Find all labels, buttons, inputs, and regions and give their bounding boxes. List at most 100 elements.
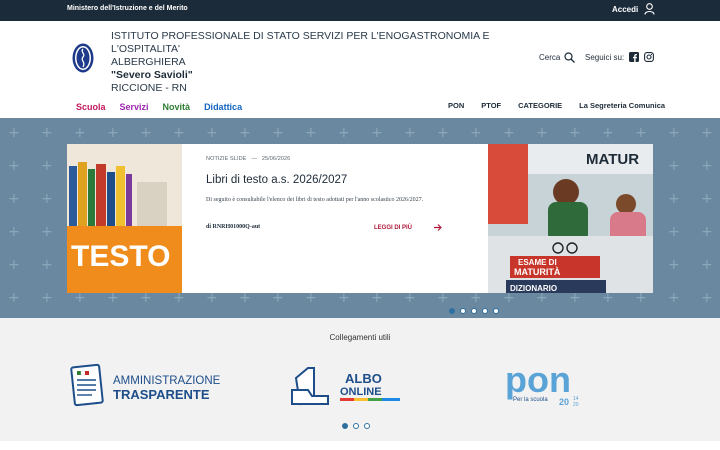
plus-pattern-mark: +	[404, 290, 416, 306]
school-title[interactable]: ISTITUTO PROFESSIONALE DI STATO SERVIZI …	[111, 30, 531, 95]
nav-item-novita[interactable]: Novità	[163, 102, 191, 112]
plus-pattern-mark: +	[536, 125, 548, 141]
pon-years-text: 20	[559, 397, 569, 407]
read-more-label: LEGGI DI PIÙ	[374, 224, 413, 231]
plus-pattern-mark: +	[206, 125, 218, 141]
carousel-dot-1[interactable]	[449, 308, 455, 314]
amministrazione-trasparente-link[interactable]: AMMINISTRAZIONE TRASPARENTE	[70, 362, 230, 410]
exam-book-line3: DIZIONARIO	[510, 284, 557, 293]
search-label: Cerca	[539, 53, 561, 62]
links-dot-1[interactable]	[342, 423, 348, 429]
nav-item-servizi[interactable]: Servizi	[120, 102, 149, 112]
site-header: ISTITUTO PROFESSIONALE DI STATO SERVIZI …	[0, 21, 720, 118]
carousel-dots	[449, 308, 499, 314]
school-title-line2: ALBERGHIERA	[111, 56, 186, 68]
links-dot-3[interactable]	[364, 423, 370, 429]
arrow-right-icon	[434, 224, 442, 231]
news-slide: TESTO NOTIZIE SLIDE — 25/06/2026 Libri d…	[67, 144, 653, 314]
plus-pattern-mark: +	[107, 125, 119, 141]
plus-pattern-mark: +	[437, 290, 449, 306]
pon-link[interactable]: pon Per la scuola 20 14 20	[503, 360, 589, 410]
exam-book-line2: MATURITÀ	[514, 267, 561, 277]
school-place: RICCIONE - RN	[111, 82, 187, 94]
plus-pattern-mark: +	[41, 191, 53, 207]
slide-date: 25/06/2026	[261, 156, 291, 162]
plus-pattern-mark: +	[74, 125, 86, 141]
plus-pattern-mark: +	[701, 125, 713, 141]
slide-title[interactable]: Libri di testo a.s. 2026/2027	[206, 174, 466, 186]
hero-carousel: + + + + + + + + + + + + + + + + + + + + + + + + + + + + + + + + + + + + + + + +…	[0, 118, 720, 318]
plus-pattern-mark: +	[8, 257, 20, 273]
ministry-top-bar: Ministero dell'Istruzione e del Merito A…	[0, 0, 720, 21]
plus-pattern-mark: +	[635, 290, 647, 306]
links-dot-2[interactable]	[353, 423, 359, 429]
slide-meta: NOTIZIE SLIDE — 25/06/2026	[206, 156, 466, 162]
plus-pattern-mark: +	[239, 125, 251, 141]
slide-description: Di seguito è consultabile l'elenco dei l…	[206, 197, 424, 203]
nav-item-ptof[interactable]: PTOF	[481, 101, 501, 110]
plus-pattern-mark: +	[668, 191, 680, 207]
nav-item-didattica[interactable]: Didattica	[204, 102, 242, 112]
nav-item-pon[interactable]: PON	[448, 101, 464, 110]
plus-pattern-mark: +	[668, 257, 680, 273]
exam-image: MATUR ESAME DI MATURITÀ DIZIONARIO	[488, 144, 653, 293]
plus-pattern-mark: +	[635, 125, 647, 141]
plus-pattern-mark: +	[668, 224, 680, 240]
follow-label: Seguici su:	[585, 52, 625, 62]
carousel-dot-2[interactable]	[460, 308, 466, 314]
plus-pattern-mark: +	[701, 158, 713, 174]
search-button[interactable]: Cerca	[539, 52, 576, 63]
user-icon	[644, 3, 655, 15]
plus-pattern-mark: +	[41, 158, 53, 174]
books-image: TESTO	[67, 144, 182, 293]
plus-pattern-mark: +	[701, 257, 713, 273]
nav-item-categorie[interactable]: CATEGORIE	[518, 101, 562, 110]
plus-pattern-mark: +	[305, 125, 317, 141]
read-more-link[interactable]: LEGGI DI PIÙ	[374, 224, 442, 231]
slide-content: NOTIZIE SLIDE — 25/06/2026 Libri di test…	[206, 156, 466, 205]
instagram-icon[interactable]	[644, 52, 655, 62]
plus-pattern-mark: +	[206, 290, 218, 306]
amm-trasparente-line2: TRASPARENTE	[113, 387, 210, 402]
plus-pattern-mark: +	[8, 158, 20, 174]
plus-pattern-mark: +	[8, 125, 20, 141]
plus-pattern-mark: +	[8, 191, 20, 207]
plus-pattern-mark: +	[272, 290, 284, 306]
plus-pattern-mark: +	[41, 224, 53, 240]
school-title-line1: ISTITUTO PROFESSIONALE DI STATO SERVIZI …	[111, 30, 490, 55]
school-logo[interactable]	[72, 43, 94, 73]
albo-line1: ALBO	[345, 371, 382, 386]
carousel-dot-4[interactable]	[482, 308, 488, 314]
login-button[interactable]: Accedi	[612, 3, 655, 15]
plus-pattern-mark: +	[41, 257, 53, 273]
plus-pattern-mark: +	[107, 290, 119, 306]
plus-pattern-mark: +	[668, 158, 680, 174]
plus-pattern-mark: +	[470, 125, 482, 141]
plus-pattern-mark: +	[602, 125, 614, 141]
plus-pattern-mark: +	[437, 125, 449, 141]
slide-category[interactable]: NOTIZIE SLIDE	[206, 156, 246, 162]
plus-pattern-mark: +	[338, 290, 350, 306]
main-navigation: Scuola Servizi Novità Didattica	[76, 102, 256, 112]
carousel-dot-3[interactable]	[471, 308, 477, 314]
carousel-dot-5[interactable]	[493, 308, 499, 314]
albo-online-link[interactable]: ALBO ONLINE	[290, 364, 405, 408]
plus-pattern-mark: +	[536, 290, 548, 306]
nav-item-scuola[interactable]: Scuola	[76, 102, 106, 112]
plus-pattern-mark: +	[140, 290, 152, 306]
plus-pattern-mark: +	[305, 290, 317, 306]
plus-pattern-mark: +	[371, 290, 383, 306]
plus-pattern-mark: +	[404, 125, 416, 141]
plus-pattern-mark: +	[173, 290, 185, 306]
plus-pattern-mark: +	[701, 290, 713, 306]
plus-pattern-mark: +	[569, 125, 581, 141]
plus-pattern-mark: +	[503, 290, 515, 306]
ministry-link[interactable]: Ministero dell'Istruzione e del Merito	[67, 5, 188, 12]
pon-sub-text: Per la scuola	[513, 397, 548, 403]
plus-pattern-mark: +	[701, 191, 713, 207]
nav-item-segreteria[interactable]: La Segreteria Comunica	[579, 101, 665, 110]
facebook-icon[interactable]	[629, 52, 640, 62]
plus-pattern-mark: +	[668, 125, 680, 141]
plus-pattern-mark: +	[668, 290, 680, 306]
plus-pattern-mark: +	[8, 290, 20, 306]
